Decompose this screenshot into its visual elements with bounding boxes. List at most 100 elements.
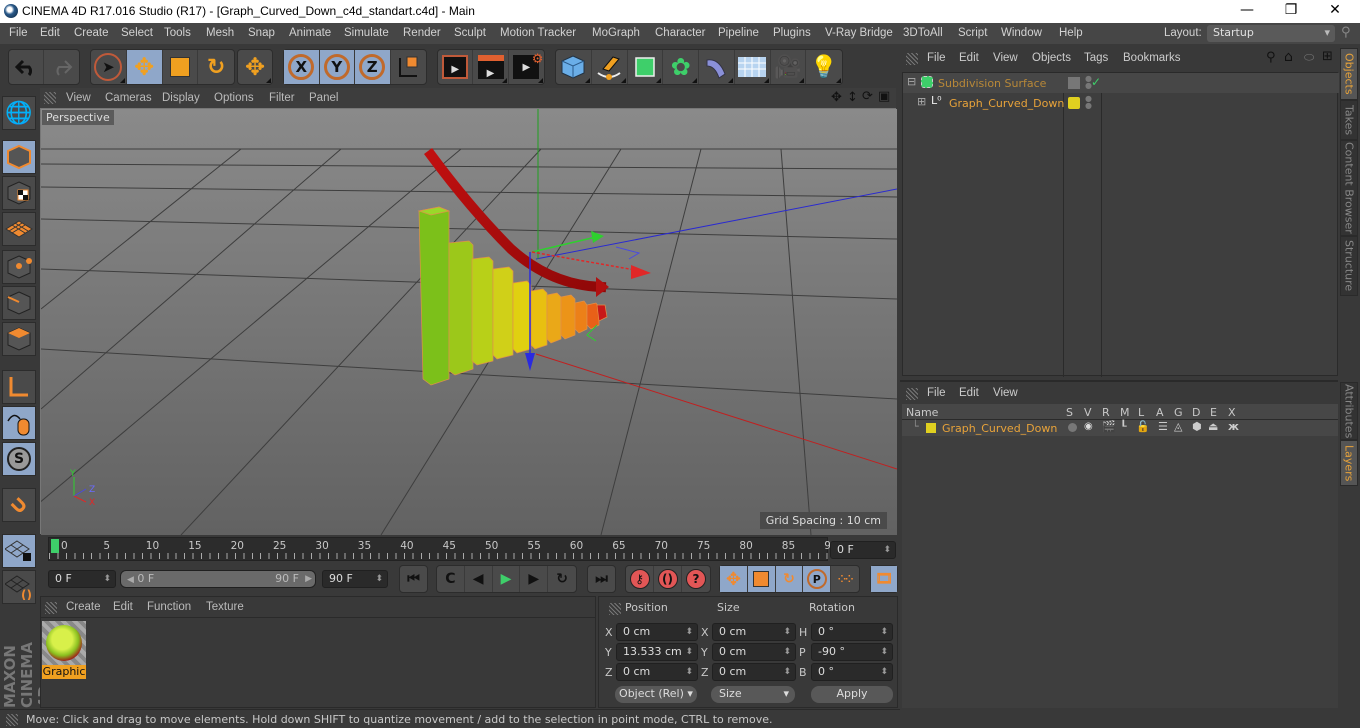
cube-primitive-icon[interactable]: [556, 50, 592, 84]
stepper-icon[interactable]: ⬍: [880, 664, 888, 680]
deformers-icon[interactable]: ⬢: [1192, 420, 1202, 433]
render-settings-icon[interactable]: ▶ ⚙: [509, 50, 544, 84]
panel-grip-icon[interactable]: [44, 92, 56, 104]
model-mode-icon[interactable]: [2, 140, 36, 174]
object-row[interactable]: ⊟ Subdivision Surface ● ● ✓: [903, 73, 1339, 93]
render-view-icon[interactable]: ▶: [438, 50, 474, 84]
render-clapper-icon[interactable]: 🎬: [1102, 420, 1116, 433]
position-z-field[interactable]: 0 cm ⬍: [616, 663, 698, 681]
viewport-menu-filter[interactable]: Filter: [269, 92, 295, 104]
stepper-icon[interactable]: ⬍: [375, 571, 383, 587]
menu-render[interactable]: Render: [403, 27, 441, 39]
expressions-icon[interactable]: ⏏: [1208, 420, 1218, 433]
menu-help[interactable]: Help: [1059, 27, 1083, 39]
next-key-icon[interactable]: ↻: [548, 566, 576, 592]
panel-grip-icon[interactable]: [906, 388, 918, 400]
menu-vray-bridge[interactable]: V-Ray Bridge: [825, 27, 893, 39]
pen-spline-icon[interactable]: [592, 50, 628, 84]
play-icon[interactable]: ▶: [493, 566, 521, 592]
menu-create[interactable]: Create: [74, 27, 109, 39]
stepper-icon[interactable]: ⬍: [783, 624, 791, 640]
object-menu-tags[interactable]: Tags: [1084, 52, 1108, 64]
object-menu-bookmarks[interactable]: Bookmarks: [1123, 52, 1181, 64]
object-name[interactable]: Graph_Curved_Down: [949, 97, 1064, 110]
size-x-field[interactable]: 0 cm ⬍: [712, 623, 796, 641]
texture-mode-icon[interactable]: [2, 176, 36, 210]
menu-plugins[interactable]: Plugins: [773, 27, 811, 39]
layer-row[interactable]: └ Graph_Curved_Down ◉ 🎬 ┖ 🔓 ☰ ◬ ⬢ ⏏ ж: [902, 420, 1338, 436]
rotation-b-field[interactable]: 0 ° ⬍: [811, 663, 893, 681]
perspective-viewport[interactable]: Y Z X Grid Spacing : 10 cm: [40, 108, 897, 535]
move-icon[interactable]: ✥: [126, 50, 163, 84]
menu-sculpt[interactable]: Sculpt: [454, 27, 486, 39]
rotation-p-field[interactable]: -90 ° ⬍: [811, 643, 893, 661]
size-mode-dropdown[interactable]: Size ▾: [711, 686, 795, 703]
mograph-cloner-icon[interactable]: ✿: [663, 50, 699, 84]
end-frame-field[interactable]: 90 F ⬍: [322, 570, 388, 588]
material-swatch[interactable]: Graphic: [42, 621, 86, 679]
layer-color-icon[interactable]: [1068, 97, 1080, 109]
polygons-mode-icon[interactable]: [2, 322, 36, 356]
maximize-button[interactable]: ❐: [1268, 0, 1314, 23]
lock-workplane-icon[interactable]: [2, 534, 36, 568]
collapse-icon[interactable]: ⊟: [907, 75, 916, 88]
zoom-view-icon[interactable]: ↕: [847, 90, 858, 105]
menu-pipeline[interactable]: Pipeline: [718, 27, 759, 39]
viewport-menu-cameras[interactable]: Cameras: [105, 92, 152, 104]
layer-menu-edit[interactable]: Edit: [959, 387, 979, 399]
size-y-field[interactable]: 0 cm ⬍: [712, 643, 796, 661]
menu-mograph[interactable]: MoGraph: [592, 27, 640, 39]
rotate-view-icon[interactable]: ⟳: [862, 89, 873, 104]
camera-icon[interactable]: 🎥: [771, 50, 807, 84]
previous-frame-icon[interactable]: ◀: [465, 566, 493, 592]
menu-animate[interactable]: Animate: [289, 27, 331, 39]
undo-icon[interactable]: [9, 50, 45, 84]
goto-start-icon[interactable]: ⏮: [400, 566, 427, 592]
tab-layers[interactable]: Layers: [1340, 440, 1358, 486]
workplane-align-icon[interactable]: (): [2, 570, 36, 604]
view-eye-icon[interactable]: ◉: [1084, 421, 1093, 432]
material-menu-create[interactable]: Create: [66, 601, 101, 613]
rotation-h-field[interactable]: 0 ° ⬍: [811, 623, 893, 641]
record-keys-icon[interactable]: ⚷: [626, 566, 654, 592]
material-menu-texture[interactable]: Texture: [206, 601, 244, 613]
playhead-marker[interactable]: [51, 539, 59, 553]
menu-edit[interactable]: Edit: [40, 27, 60, 39]
material-menu-edit[interactable]: Edit: [113, 601, 133, 613]
stepper-icon[interactable]: ⬍: [783, 664, 791, 680]
scale-track-icon[interactable]: [747, 566, 776, 592]
previous-key-icon[interactable]: C: [437, 566, 465, 592]
panel-grip-icon[interactable]: [906, 53, 918, 65]
editor-render-toggle-icon[interactable]: [1068, 77, 1080, 89]
subdivision-surface-icon[interactable]: [628, 50, 664, 84]
workplane-mode-icon[interactable]: [2, 212, 36, 246]
menu-snap[interactable]: Snap: [248, 27, 275, 39]
stepper-icon[interactable]: ⬍: [883, 542, 891, 558]
next-frame-icon[interactable]: ▶: [520, 566, 549, 592]
position-track-icon[interactable]: ✥: [720, 566, 748, 592]
parameter-track-icon[interactable]: P: [803, 566, 832, 592]
enabled-check-icon[interactable]: ✓: [1091, 75, 1101, 89]
column-manager[interactable]: M: [1120, 406, 1130, 419]
column-expressions[interactable]: E: [1210, 406, 1217, 419]
stepper-icon[interactable]: ⬍: [685, 624, 693, 640]
stepper-icon[interactable]: ⬍: [880, 644, 888, 660]
object-name[interactable]: Subdivision Surface: [938, 77, 1046, 90]
range-left-icon[interactable]: ◀: [127, 575, 134, 585]
menu-tools[interactable]: Tools: [164, 27, 191, 39]
stepper-icon[interactable]: ⬍: [880, 624, 888, 640]
layer-name[interactable]: Graph_Curved_Down: [942, 422, 1057, 435]
position-y-field[interactable]: 13.533 cm ⬍: [616, 643, 698, 661]
y-axis-lock-icon[interactable]: Y: [319, 50, 355, 84]
light-icon[interactable]: 💡: [806, 50, 842, 84]
tweak-mode-icon[interactable]: [2, 406, 36, 440]
coordinate-mode-dropdown[interactable]: Object (Rel) ▾: [615, 686, 697, 703]
column-generators[interactable]: G: [1174, 406, 1183, 419]
position-x-field[interactable]: 0 cm ⬍: [616, 623, 698, 641]
live-selection-icon[interactable]: ➤: [91, 50, 127, 84]
expand-icon[interactable]: ⊞: [917, 95, 926, 108]
tab-structure[interactable]: Structure: [1340, 236, 1358, 296]
apply-button[interactable]: Apply: [811, 686, 893, 703]
search-icon[interactable]: ⚲: [1266, 50, 1276, 65]
visibility-toggle-icon[interactable]: ⬭: [1304, 50, 1314, 65]
